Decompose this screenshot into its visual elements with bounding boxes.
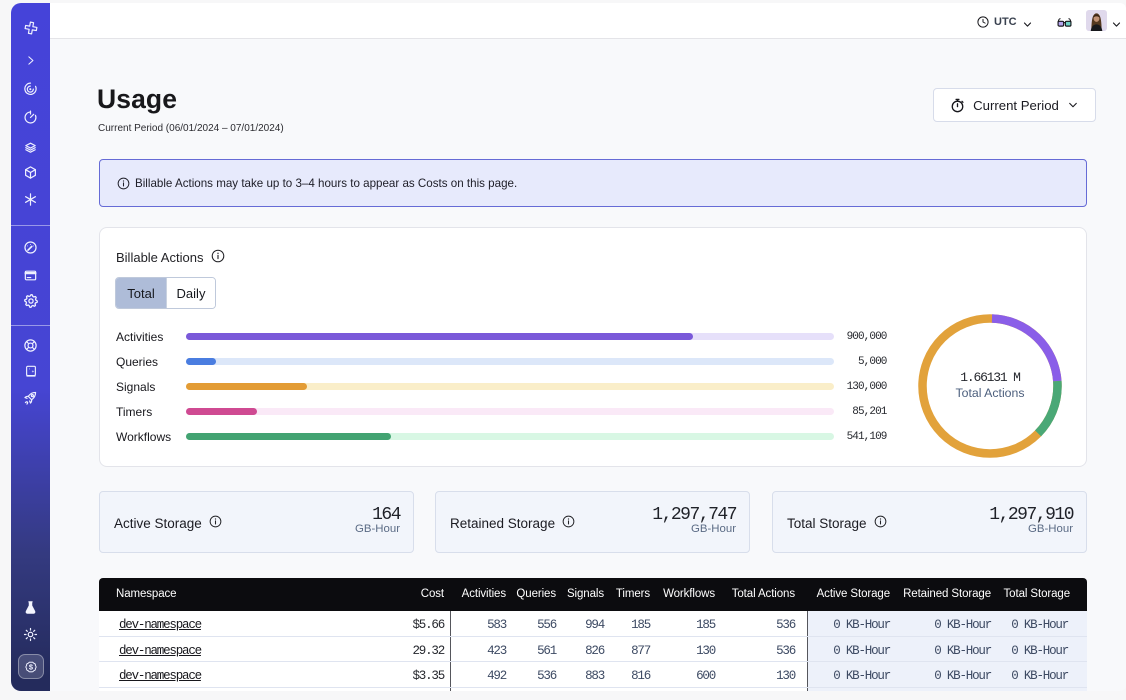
svg-text:$: $ (29, 662, 34, 671)
